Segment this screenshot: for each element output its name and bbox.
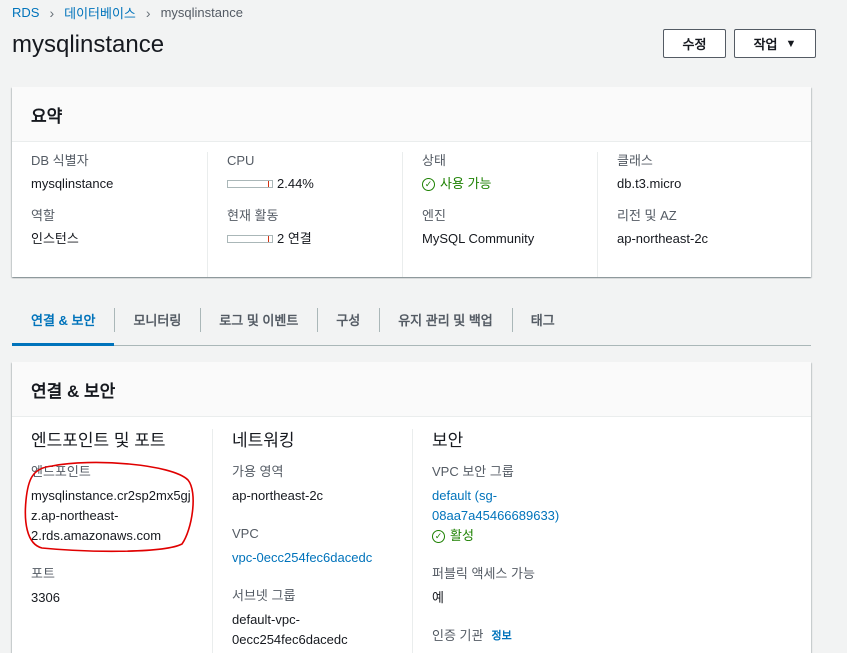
role-label: 역할 (31, 208, 55, 223)
class-label: 클래스 (617, 153, 653, 168)
tab-monitoring[interactable]: 모니터링 (114, 294, 200, 345)
endpoint-line: mysqlinstance.cr2sp2mx5gj (31, 488, 191, 503)
breadcrumb-rds[interactable]: RDS (12, 5, 39, 20)
summary-col-class: 클래스 db.t3.micro 리전 및 AZ ap-northeast-2c (597, 152, 792, 277)
certificate-authority-label: 인증 기관 (432, 628, 484, 643)
chevron-right-icon: › (49, 4, 55, 21)
edit-button[interactable]: 수정 (663, 29, 726, 58)
security-group-line: default (sg- (432, 488, 498, 503)
summary-col-cpu: CPU 2.44% 현재 활동 2 연결 (207, 152, 402, 277)
activity-label: 현재 활동 (227, 208, 279, 223)
chevron-right-icon: › (145, 4, 151, 21)
edit-button-label: 수정 (682, 37, 707, 52)
breadcrumb-databases[interactable]: 데이터베이스 (64, 3, 136, 22)
connectivity-title: 연결 & 보안 (12, 362, 811, 417)
port-value: 3306 (31, 590, 60, 605)
role-value: 인스턴스 (31, 231, 79, 246)
actions-button[interactable]: 작업 ▼ (734, 29, 816, 58)
check-circle-icon: ✓ (432, 529, 445, 543)
db-identifier-label: DB 식별자 (31, 153, 89, 168)
networking-column: 네트워킹 가용 영역 ap-northeast-2c VPC vpc-0ecc2… (212, 429, 412, 653)
cpu-label: CPU (227, 153, 255, 168)
public-access-value: 예 (432, 590, 444, 605)
security-group-line: 08aa7a45466689633) (432, 508, 560, 523)
caret-down-icon: ▼ (785, 37, 797, 50)
info-link[interactable]: 정보 (491, 627, 511, 645)
activity-meter (227, 235, 273, 243)
tab-connectivity[interactable]: 연결 & 보안 (12, 294, 115, 346)
az-label: 가용 영역 (232, 464, 284, 479)
subnet-group-label: 서브넷 그룹 (232, 588, 296, 603)
check-circle-icon: ✓ (422, 177, 435, 191)
security-group-label: VPC 보안 그룹 (432, 464, 514, 479)
subnet-line: default-vpc- (232, 612, 300, 627)
cpu-meter (227, 180, 273, 188)
subnet-group-value: default-vpc- 0ecc254fec6dacedc (232, 610, 412, 650)
security-group-link[interactable]: default (sg- 08aa7a45466689633) (432, 486, 612, 526)
summary-col-status: 상태 ✓ 사용 가능 엔진 MySQL Community (402, 152, 597, 277)
summary-col-identifier: DB 식별자 mysqlinstance 역할 인스턴스 (12, 152, 207, 277)
endpoint-line: 2.rds.amazonaws.com (31, 528, 162, 543)
endpoint-value: mysqlinstance.cr2sp2mx5gj z.ap-northeast… (31, 486, 212, 546)
tab-maintenance-backup[interactable]: 유지 관리 및 백업 (379, 294, 512, 345)
region-value: ap-northeast-2c (617, 231, 709, 246)
actions-button-label: 작업 (753, 37, 778, 52)
engine-value: MySQL Community (422, 231, 535, 246)
tab-tags[interactable]: 태그 (511, 294, 574, 345)
cpu-value: 2.44% (277, 176, 314, 191)
db-identifier-value: mysqlinstance (31, 176, 114, 191)
status-value: 사용 가능 (440, 176, 492, 191)
endpoint-section-title: 엔드포인트 및 포트 (31, 431, 166, 450)
subnet-line: 0ecc254fec6dacedc (232, 632, 348, 647)
port-label: 포트 (31, 566, 55, 581)
security-section-title: 보안 (432, 431, 464, 450)
tab-configuration[interactable]: 구성 (317, 294, 379, 345)
region-label: 리전 및 AZ (617, 208, 677, 223)
engine-label: 엔진 (422, 208, 446, 223)
vpc-label: VPC (232, 526, 259, 541)
summary-title: 요약 (12, 87, 811, 142)
az-value: ap-northeast-2c (232, 488, 324, 503)
security-group-status: 활성 (450, 528, 474, 543)
connectivity-panel: 연결 & 보안 엔드포인트 및 포트 엔드포인트 mysqlinstance.c… (12, 362, 811, 653)
breadcrumb-current: mysqlinstance (160, 5, 243, 20)
public-access-label: 퍼블릭 액세스 가능 (432, 566, 535, 581)
networking-section-title: 네트워킹 (232, 431, 295, 450)
endpoint-column: 엔드포인트 및 포트 엔드포인트 mysqlinstance.cr2sp2mx5… (12, 429, 212, 653)
status-label: 상태 (422, 153, 446, 168)
tab-logs-events[interactable]: 로그 및 이벤트 (200, 294, 317, 345)
breadcrumb: RDS › 데이터베이스 › mysqlinstance (12, 3, 243, 22)
class-value: db.t3.micro (617, 176, 682, 191)
detail-tabs: 연결 & 보안 모니터링 로그 및 이벤트 구성 유지 관리 및 백업 태그 (12, 294, 811, 346)
endpoint-line: z.ap-northeast- (31, 508, 119, 523)
endpoint-label: 엔드포인트 (31, 464, 91, 479)
security-column: 보안 VPC 보안 그룹 default (sg- 08aa7a45466689… (412, 429, 612, 653)
vpc-link[interactable]: vpc-0ecc254fec6dacedc (232, 550, 372, 565)
page-title: mysqlinstance (12, 31, 165, 58)
summary-panel: 요약 DB 식별자 mysqlinstance 역할 인스턴스 CPU 2.44… (12, 87, 811, 277)
activity-value: 2 연결 (277, 231, 312, 246)
